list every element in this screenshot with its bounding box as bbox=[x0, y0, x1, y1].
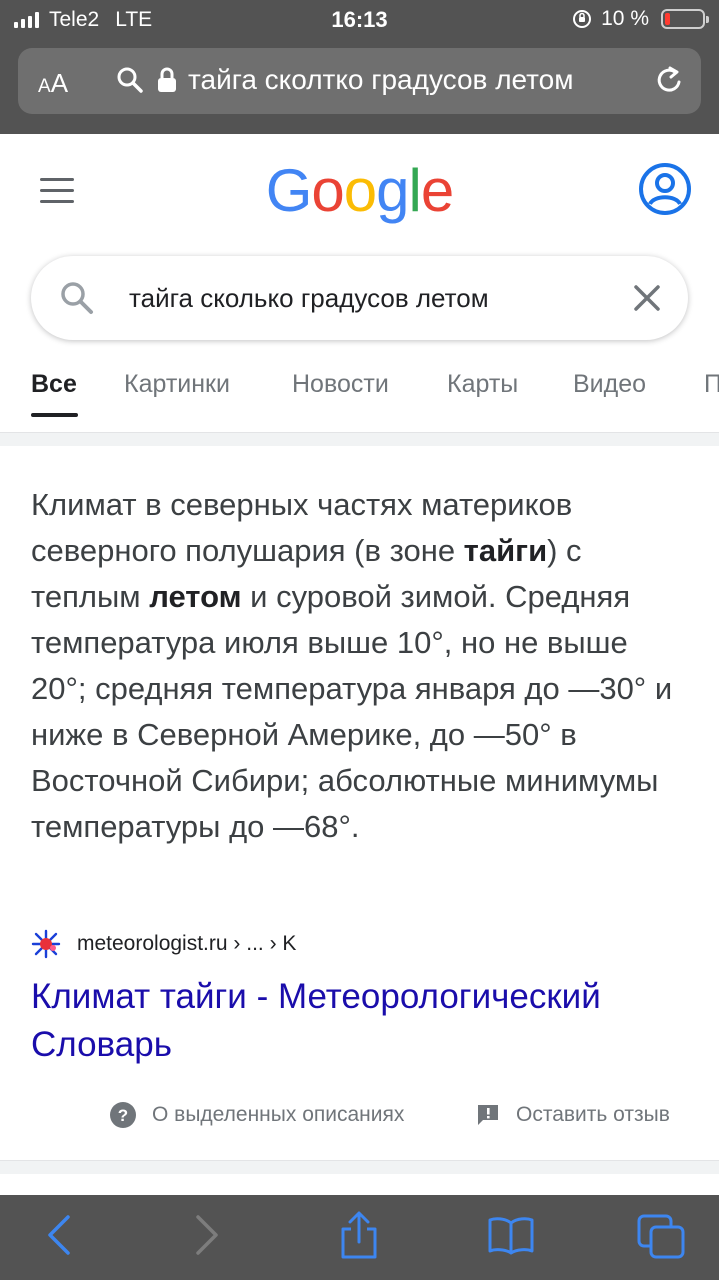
search-tabs: Все Картинки Новости Карты Видео П bbox=[0, 370, 719, 418]
active-tab-indicator bbox=[31, 413, 78, 417]
feedback-icon bbox=[478, 1105, 498, 1125]
tab-maps[interactable]: Карты bbox=[447, 370, 518, 399]
battery-percent: 10 % bbox=[601, 7, 649, 30]
safari-toolbar bbox=[0, 1195, 719, 1280]
tab-all[interactable]: Все bbox=[31, 370, 77, 399]
tab-images[interactable]: Картинки bbox=[124, 370, 230, 399]
help-icon: ? bbox=[110, 1102, 136, 1128]
about-snippets-label: О выделенных описаниях bbox=[152, 1103, 405, 1126]
result-source[interactable]: meteorologist.ru › ... › K bbox=[31, 928, 296, 960]
tab-more[interactable]: П bbox=[704, 370, 719, 399]
address-bar[interactable]: AA тайга сколтко градусов летом bbox=[18, 48, 701, 114]
about-snippets-link[interactable]: ? О выделенных описаниях bbox=[110, 1100, 404, 1130]
source-breadcrumb[interactable]: meteorologist.ru › ... › K bbox=[77, 932, 296, 956]
lock-icon bbox=[158, 67, 176, 92]
reload-icon[interactable] bbox=[653, 64, 685, 98]
search-icon[interactable] bbox=[59, 280, 95, 316]
result-title-link[interactable]: Климат тайги - Метеорологический Словарь bbox=[31, 973, 701, 1069]
bookmarks-icon[interactable] bbox=[487, 1215, 535, 1255]
tab-video[interactable]: Видео bbox=[573, 370, 646, 399]
search-input[interactable]: тайга сколько градусов летом bbox=[129, 283, 489, 314]
back-icon[interactable] bbox=[44, 1213, 74, 1257]
orientation-lock-icon bbox=[573, 10, 592, 28]
tabs-icon[interactable] bbox=[636, 1213, 688, 1261]
section-divider bbox=[0, 432, 719, 446]
search-box[interactable]: тайга сколько градусов летом bbox=[31, 256, 688, 340]
feedback-link[interactable]: Оставить отзыв bbox=[476, 1100, 670, 1130]
status-bar: Tele2 LTE 16:13 10 % bbox=[0, 0, 719, 40]
share-icon[interactable] bbox=[338, 1211, 380, 1261]
snippet-highlight: летом bbox=[149, 579, 242, 614]
clear-icon[interactable] bbox=[632, 283, 662, 313]
svg-text:?: ? bbox=[118, 1106, 128, 1125]
forward-icon[interactable] bbox=[192, 1213, 222, 1257]
feedback-label: Оставить отзыв bbox=[516, 1103, 670, 1126]
section-divider bbox=[0, 1160, 719, 1174]
snippet-highlight: тайги bbox=[463, 533, 548, 568]
google-logo[interactable]: Google bbox=[0, 156, 719, 225]
tab-news[interactable]: Новости bbox=[292, 370, 389, 399]
search-icon bbox=[117, 67, 143, 93]
snippet-text: Климат в северных частях материков север… bbox=[31, 487, 673, 844]
status-right: 10 % bbox=[571, 7, 709, 31]
battery-icon bbox=[661, 9, 709, 29]
url-text[interactable]: тайга сколтко градусов летом bbox=[188, 64, 574, 96]
site-favicon-icon bbox=[31, 929, 61, 959]
text-size-button[interactable]: AA bbox=[38, 68, 68, 99]
safari-top-bar: Tele2 LTE 16:13 10 % AA тайга сколтко гр… bbox=[0, 0, 719, 134]
account-icon[interactable] bbox=[638, 162, 692, 216]
